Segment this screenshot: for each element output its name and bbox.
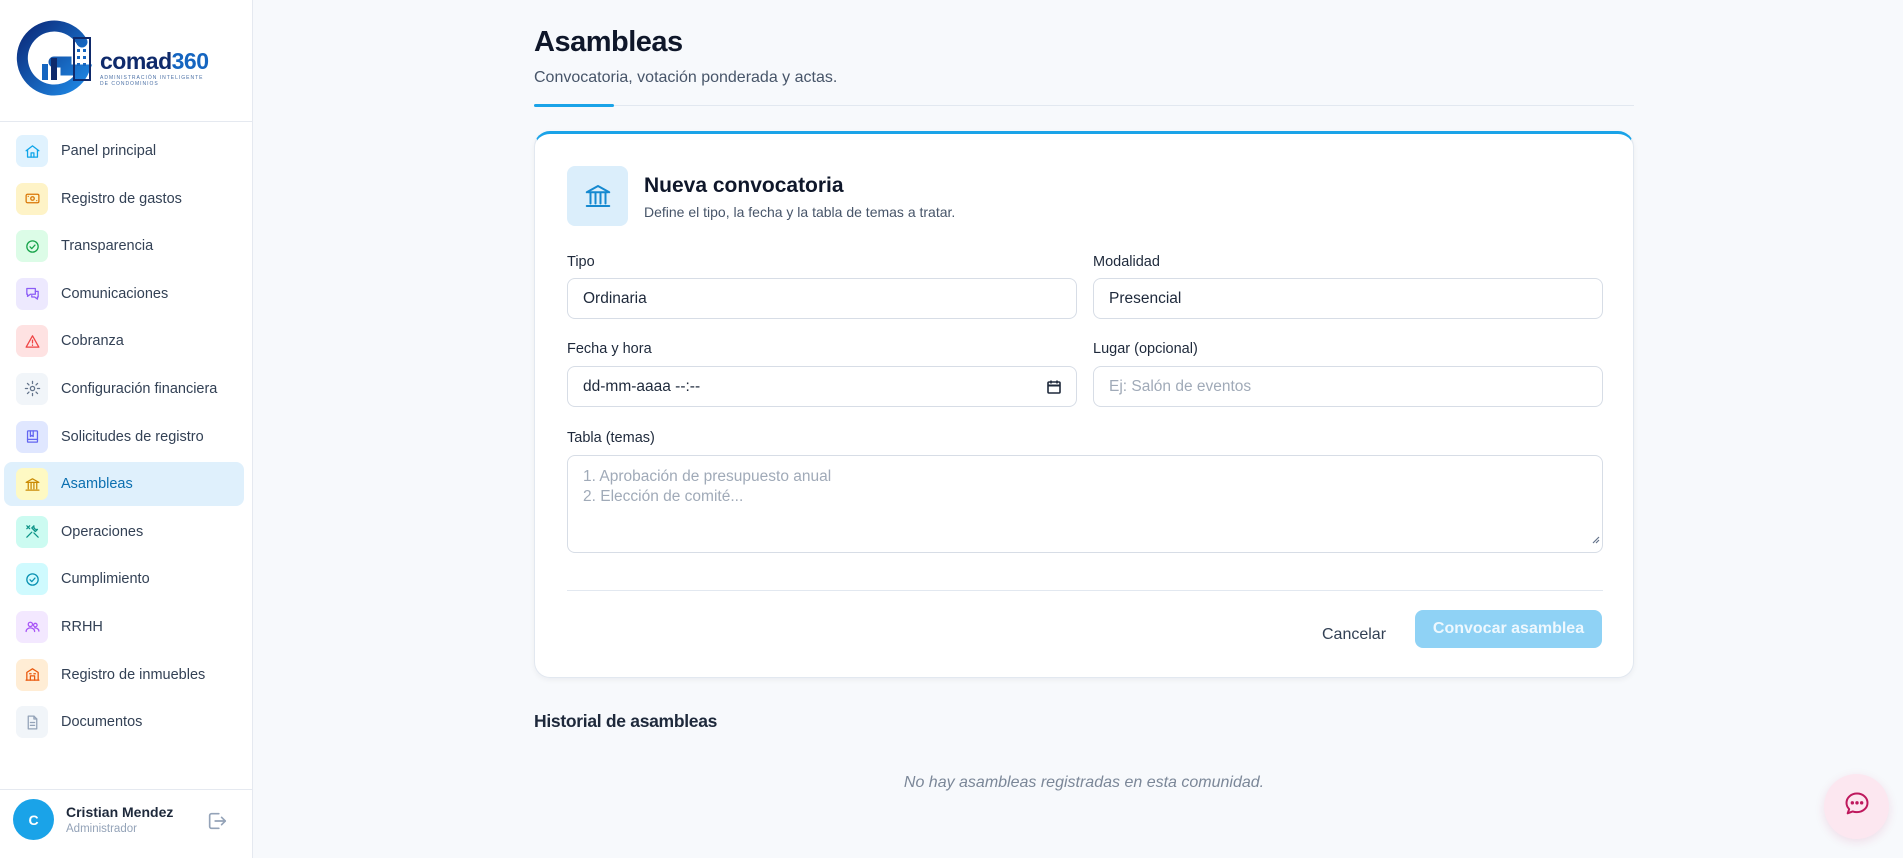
lugar-label: Lugar (opcional) [1093,341,1198,357]
new-assembly-card: Nueva convocatoria Define el tipo, la fe… [534,131,1634,678]
tabla-placeholder-line: 1. Aprobación de presupuesto anual [583,468,832,485]
building-icon [16,658,48,691]
sidebar-item-label: Registro de inmuebles [61,666,206,683]
check-circle-icon [16,230,48,263]
bank-icon [567,166,628,226]
sidebar-item-transparencia[interactable]: Transparencia [4,224,244,268]
logo[interactable]: comad360 ADMINISTRACIÓN INTELIGENTE DE C… [14,10,214,110]
sidebar-item-rrhh[interactable]: RRHH [4,605,244,649]
user-name: Cristian Mendez [66,804,174,820]
modalidad-select[interactable]: Presencial [1093,278,1603,319]
card-title: Nueva convocatoria [644,174,844,197]
chat-icon [1843,790,1871,823]
sidebar-item-registro-de-gastos[interactable]: Registro de gastos [4,177,244,221]
receipt-icon [16,182,48,215]
tabla-textarea[interactable]: 1. Aprobación de presupuesto anual 2. El… [567,455,1603,553]
sidebar-item-label: Cumplimiento [61,571,150,588]
modalidad-label: Modalidad [1093,254,1160,270]
tabla-label: Tabla (temas) [567,430,655,446]
convocar-button[interactable]: Convocar asamblea [1415,610,1602,648]
page-title: Asambleas [534,26,683,58]
resize-handle-icon[interactable] [1590,530,1600,550]
sidebar-item-label: Transparencia [61,238,154,255]
user-info: Cristian Mendez Administrador [66,804,173,835]
sidebar-item-asambleas[interactable]: Asambleas [4,462,244,507]
sidebar-nav: Panel principal Registro de gastos Transpa… [4,129,244,748]
fecha-label: Fecha y hora [567,341,652,357]
user-role: Administrador [66,823,137,835]
check-circle-icon [16,563,48,596]
bank-icon [16,468,48,501]
header-accent [534,104,614,107]
sidebar-item-cumplimiento[interactable]: Cumplimiento [4,557,244,601]
logo-brand: comad360 [100,48,212,75]
alert-triangle-icon [16,325,48,358]
sidebar-divider [0,789,253,790]
lugar-input[interactable]: Ej: Salón de eventos [1093,366,1603,407]
sidebar: comad360 ADMINISTRACIÓN INTELIGENTE DE C… [0,0,253,858]
home-icon [16,135,48,167]
modalidad-value: Presencial [1109,289,1182,307]
calendar-icon[interactable] [1046,379,1062,400]
history-empty-state: No hay asambleas registradas en esta com… [903,774,1265,791]
sidebar-item-label: Operaciones [61,523,144,540]
form-divider [567,590,1603,591]
sidebar-item-label: Asambleas [61,476,133,493]
header-divider [534,105,1634,106]
sidebar-item-comunicaciones[interactable]: Comunicaciones [4,272,244,316]
sidebar-item-label: Registro de gastos [61,190,182,207]
tipo-label: Tipo [567,254,595,270]
fecha-value: dd-mm-aaaa --:-- [583,377,701,395]
sidebar-item-label: Panel principal [61,143,157,159]
logo-tagline: ADMINISTRACIÓN INTELIGENTE DE CONDOMINIO… [100,74,204,87]
logo-brand-number: 360 [171,47,209,74]
sidebar-item-label: Cobranza [61,333,124,350]
avatar: C [13,799,54,840]
chat-icon [16,277,48,310]
fecha-input[interactable]: dd-mm-aaaa --:-- [567,366,1077,407]
sidebar-item-label: Comunicaciones [61,285,169,302]
sidebar-item-label: Configuración financiera [61,380,218,397]
sidebar-item-label: Solicitudes de registro [61,428,204,445]
sidebar-item-label: Documentos [61,714,143,731]
book-icon [16,420,48,453]
logo-brand-name: comad [100,47,172,74]
document-icon [16,706,48,739]
users-icon [16,610,48,643]
gear-icon [16,372,48,405]
chat-button[interactable] [1824,774,1889,839]
sidebar-item-configuracion-financiera[interactable]: Configuración financiera [4,367,244,411]
sidebar-item-registro-de-inmuebles[interactable]: Registro de inmuebles [4,653,244,697]
tipo-value: Ordinaria [583,289,647,307]
tabla-placeholder-line: 2. Elección de comité... [583,488,744,505]
sidebar-item-label: RRHH [61,618,103,635]
tipo-select[interactable]: Ordinaria [567,278,1077,319]
logout-icon[interactable] [206,810,228,832]
logo-mark [14,20,94,100]
sidebar-item-cobranza[interactable]: Cobranza [4,319,244,363]
tools-icon [16,515,48,548]
logo-text: comad360 ADMINISTRACIÓN INTELIGENTE DE C… [100,48,212,87]
user-profile[interactable]: C Cristian Mendez Administrador [13,799,233,840]
sidebar-item-solicitudes-de-registro[interactable]: Solicitudes de registro [4,415,244,459]
sidebar-item-documentos[interactable]: Documentos [4,700,244,744]
cancel-button[interactable]: Cancelar [1309,616,1399,654]
history-title: Historial de asambleas [534,711,718,731]
lugar-placeholder: Ej: Salón de eventos [1109,377,1252,395]
sidebar-divider [0,121,253,122]
page-subtitle: Convocatoria, votación ponderada y actas… [534,69,838,86]
sidebar-item-operaciones[interactable]: Operaciones [4,510,244,554]
card-subtitle: Define el tipo, la fecha y la tabla de t… [644,204,956,220]
sidebar-item-panel-principal[interactable]: Panel principal [4,129,244,173]
